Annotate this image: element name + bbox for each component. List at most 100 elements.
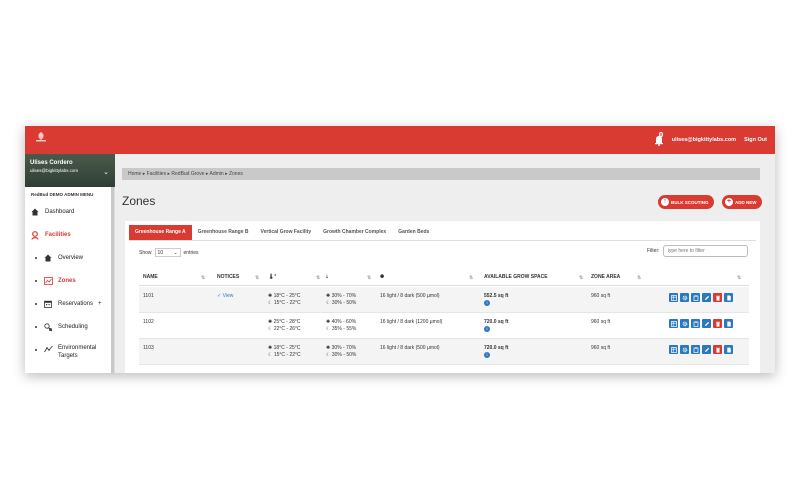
edit-pencil-icon[interactable] bbox=[702, 319, 711, 328]
filter-input[interactable] bbox=[662, 245, 748, 257]
clipboard-icon[interactable] bbox=[691, 293, 700, 302]
breadcrumb-facilities[interactable]: Facilities bbox=[147, 171, 166, 177]
user-profile-panel[interactable]: Ulises Cordero ulises@bigkittylabs.com ⌄ bbox=[25, 154, 115, 187]
sidebar-item-label: Zones bbox=[58, 278, 76, 284]
user-email-link[interactable]: ulises@bigkittylabs.com bbox=[672, 137, 736, 143]
table-row[interactable]: 1101 ✓ View ✺ 18°C - 25°C ☾ 15°C - 22°C … bbox=[139, 287, 749, 313]
light-icon[interactable]: ✺ bbox=[380, 269, 384, 286]
add-new-button[interactable]: + ADD NEW bbox=[722, 195, 762, 209]
document-icon[interactable] bbox=[724, 319, 733, 328]
sidebar-item-zones[interactable]: Zones bbox=[35, 276, 123, 286]
table-row[interactable]: 1103 ✺ 18°C - 25°C ☾ 15°C - 22°C ✺ 30% -… bbox=[139, 339, 749, 365]
row-actions bbox=[669, 345, 733, 354]
info-icon[interactable]: i bbox=[484, 352, 490, 358]
filter-label: Filter: bbox=[647, 248, 660, 254]
tab-greenhouse-range-a[interactable]: Greenhouse Range A bbox=[129, 225, 192, 240]
temp-day: 18°C - 25°C bbox=[273, 345, 301, 351]
show-label: Show bbox=[139, 249, 152, 256]
breadcrumb-home[interactable]: Home bbox=[128, 171, 141, 177]
sort-icon[interactable]: ⇅ bbox=[316, 275, 320, 281]
environment-graph-icon bbox=[43, 344, 53, 354]
zone-name[interactable]: 1102 bbox=[143, 319, 154, 326]
header-zone-area[interactable]: ZONE AREA bbox=[591, 269, 620, 286]
space-value: 720.0 sq ft bbox=[484, 345, 509, 351]
redbud-logo-icon[interactable] bbox=[34, 131, 48, 143]
add-new-label: ADD NEW bbox=[735, 199, 757, 205]
zone-area: 960 sq ft bbox=[591, 345, 611, 351]
hum-night: 35% - 55% bbox=[331, 326, 357, 332]
sort-icon[interactable]: ⇅ bbox=[201, 275, 205, 281]
bullet-icon bbox=[35, 257, 37, 259]
hum-day: 30% - 70% bbox=[331, 293, 357, 299]
home-icon bbox=[30, 207, 40, 217]
header-notices[interactable]: NOTICES bbox=[217, 269, 239, 286]
sidebar-item-environmental-targets[interactable]: Environmental Targets bbox=[35, 344, 123, 360]
upload-icon: ↑ bbox=[661, 198, 669, 206]
tab-divider bbox=[129, 240, 756, 241]
info-icon[interactable]: i bbox=[484, 326, 490, 332]
facilities-icon bbox=[30, 230, 40, 240]
delete-trash-icon[interactable] bbox=[713, 293, 722, 302]
gear-icon[interactable] bbox=[680, 345, 689, 354]
clipboard-icon[interactable] bbox=[691, 345, 700, 354]
breadcrumb-grove[interactable]: RedBud Grove bbox=[171, 171, 204, 177]
expand-plus-icon[interactable]: + bbox=[98, 301, 102, 307]
sidebar-item-label: Environmental Targets bbox=[58, 344, 96, 360]
entries-value: 10 bbox=[157, 249, 164, 256]
table-view-icon[interactable] bbox=[669, 319, 678, 328]
sort-icon[interactable]: ⇅ bbox=[255, 275, 259, 281]
table-view-icon[interactable] bbox=[669, 345, 678, 354]
sort-icon[interactable]: ⇅ bbox=[579, 275, 583, 281]
sidebar-item-facilities[interactable]: Facilities bbox=[30, 230, 118, 240]
tab-vertical-grow-facility[interactable]: Vertical Grow Facility bbox=[255, 225, 318, 240]
edit-pencil-icon[interactable] bbox=[702, 345, 711, 354]
zone-name[interactable]: 1101 bbox=[143, 293, 154, 300]
info-icon[interactable]: i bbox=[484, 300, 490, 306]
sort-icon[interactable]: ⇅ bbox=[637, 275, 641, 281]
tab-garden-beds[interactable]: Garden Beds bbox=[392, 225, 435, 240]
clipboard-icon[interactable] bbox=[691, 319, 700, 328]
breadcrumb-admin[interactable]: Admin bbox=[209, 171, 223, 177]
bulk-scouting-button[interactable]: ↑ BULK SCOUTING bbox=[658, 195, 714, 209]
zones-panel: Greenhouse Range A Greenhouse Range B Ve… bbox=[125, 221, 760, 373]
sidebar-item-reservations[interactable]: Reservations + bbox=[35, 299, 123, 309]
zone-name[interactable]: 1103 bbox=[143, 345, 154, 352]
notice-view-link[interactable]: ✓ View bbox=[217, 293, 233, 300]
gear-icon[interactable] bbox=[680, 293, 689, 302]
edit-pencil-icon[interactable] bbox=[702, 293, 711, 302]
header-name[interactable]: NAME bbox=[143, 269, 158, 286]
sort-icon[interactable]: ⇅ bbox=[367, 275, 371, 281]
header-available-space[interactable]: AVAILABLE GROW SPACE bbox=[484, 269, 548, 286]
top-bar-right: 0 ulises@bigkittylabs.com Sign Out bbox=[654, 126, 767, 154]
environmental-line-1: Environmental bbox=[58, 345, 97, 351]
temperature-range: ✺ 18°C - 25°C ☾ 15°C - 22°C bbox=[268, 293, 301, 307]
sidebar-item-scheduling[interactable]: Scheduling bbox=[35, 322, 123, 332]
humidity-icon[interactable]: 💧︎ bbox=[326, 269, 328, 286]
delete-trash-icon[interactable] bbox=[713, 345, 722, 354]
sidebar-item-label: Reservations bbox=[58, 301, 94, 307]
temperature-icon[interactable]: 🌡︎° bbox=[268, 269, 276, 286]
sidebar-item-overview[interactable]: Overview bbox=[35, 253, 123, 263]
table-row[interactable]: 1102 ✺ 25°C - 28°C ☾ 22°C - 26°C ✺ 40% -… bbox=[139, 313, 749, 339]
zone-area: 960 sq ft bbox=[591, 319, 611, 325]
sign-out-link[interactable]: Sign Out bbox=[744, 137, 767, 143]
plus-icon: + bbox=[725, 198, 733, 206]
gear-icon[interactable] bbox=[680, 319, 689, 328]
available-space: 720.0 sq ft i bbox=[484, 319, 508, 333]
table-view-icon[interactable] bbox=[669, 293, 678, 302]
tab-greenhouse-range-b[interactable]: Greenhouse Range B bbox=[192, 225, 255, 240]
sort-icon[interactable]: ⇅ bbox=[469, 275, 473, 281]
document-icon[interactable] bbox=[724, 345, 733, 354]
calendar-icon bbox=[43, 299, 53, 309]
tab-growth-chamber-complex[interactable]: Growth Chamber Complex bbox=[317, 225, 392, 240]
bullet-icon bbox=[35, 280, 37, 282]
delete-trash-icon[interactable] bbox=[713, 319, 722, 328]
entries-select[interactable]: 10 ⌄ bbox=[154, 248, 181, 257]
sidebar-item-dashboard[interactable]: Dashboard bbox=[30, 207, 118, 217]
humidity-range: ✺ 30% - 70% ☾ 30% - 50% bbox=[326, 345, 356, 359]
sidebar-item-label: Scheduling bbox=[58, 324, 88, 330]
notification-bell-icon[interactable]: 0 bbox=[654, 132, 664, 146]
document-icon[interactable] bbox=[724, 293, 733, 302]
sort-icon[interactable]: ⇅ bbox=[737, 275, 741, 281]
chevron-down-icon[interactable]: ⌄ bbox=[103, 168, 109, 176]
